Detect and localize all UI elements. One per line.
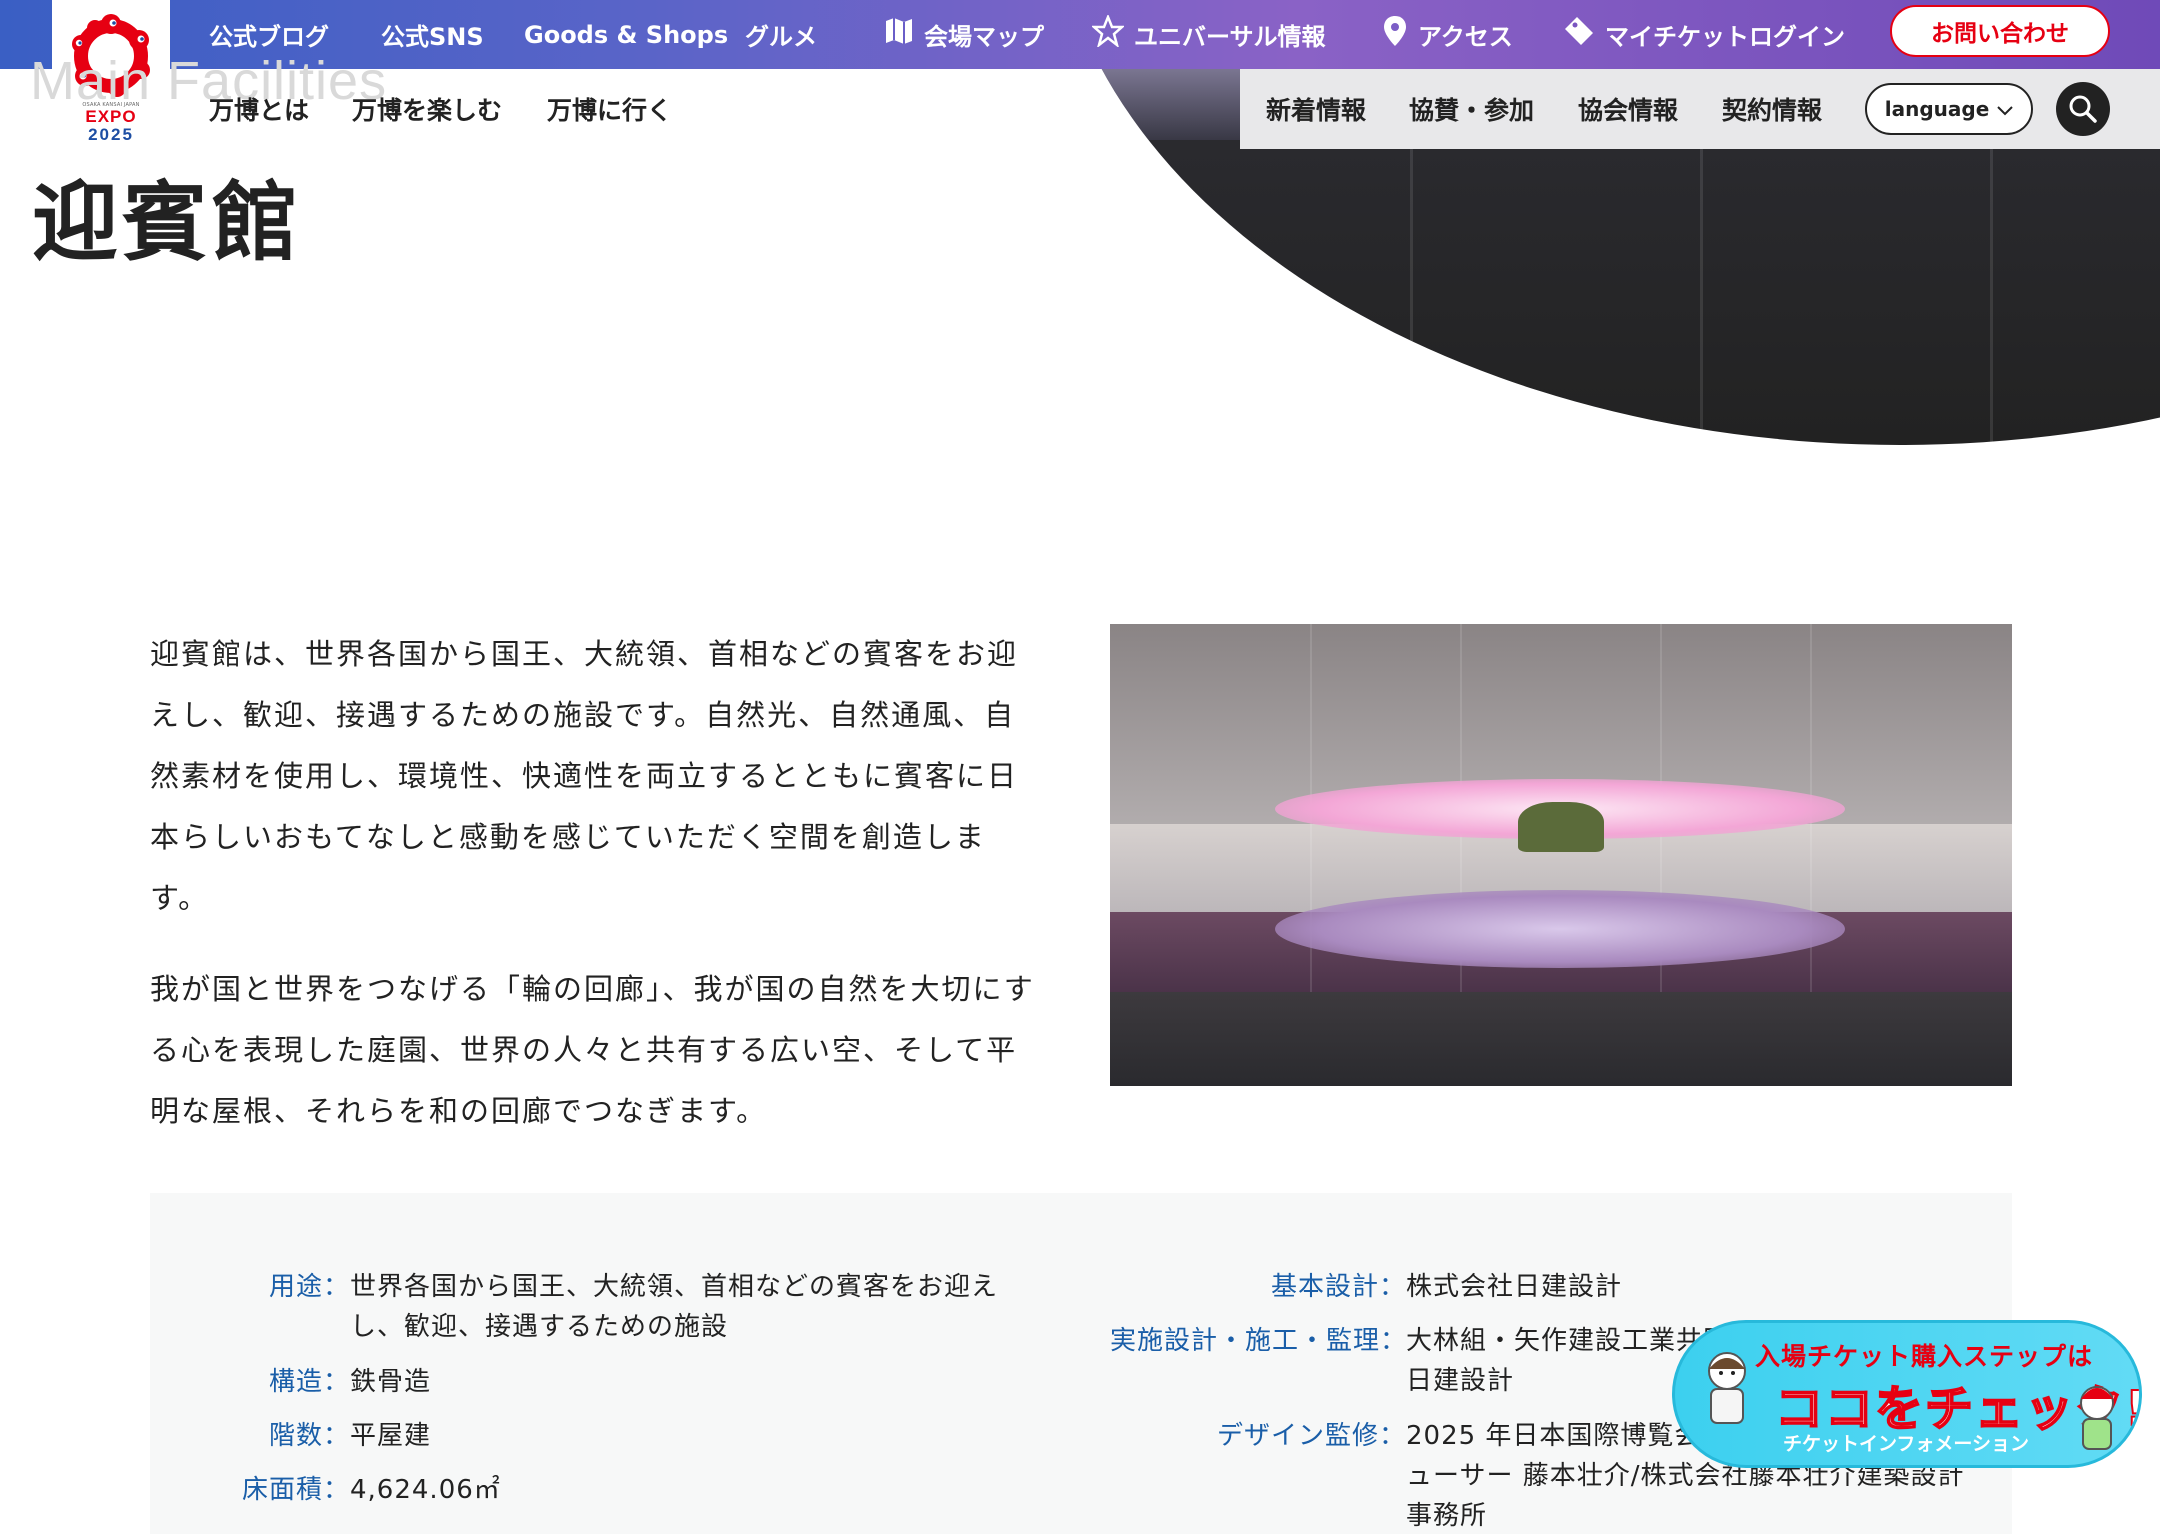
- nav-association-info[interactable]: 協会情報: [1578, 69, 1678, 149]
- page: 公式ブログ 公式SNS Goods & Shops グルメ 会場マップ ユニバー…: [0, 0, 2160, 1534]
- location-pin-icon: [1382, 15, 1408, 54]
- spec-value: 株式会社日建設計: [1406, 1272, 1623, 1302]
- search-button[interactable]: [2056, 82, 2110, 136]
- ticket-info-banner[interactable]: 入場チケット購入ステップは ココをチェック!! チケットインフォメーション: [1672, 1320, 2142, 1468]
- spec-row-use: 用途： 世界各国から国王、大統領、首相などの賓客をお迎えし、歓迎、接遇するための…: [230, 1267, 1110, 1347]
- nav-official-sns[interactable]: 公式SNS: [381, 0, 484, 69]
- logo-year: 2025: [88, 125, 134, 144]
- intro-paragraph-2: 我が国と世界をつなげる「輪の回廊」、我が国の自然を大切にする心を表現した庭園、世…: [150, 972, 1035, 1128]
- nav-visit-expo[interactable]: 万博に行く: [547, 69, 672, 149]
- intro-paragraph-1: 迎賓館は、世界各国から国王、大統領、首相などの賓客をお迎えし、歓迎、接遇するため…: [150, 637, 1019, 915]
- spec-value: 平屋建: [350, 1421, 432, 1451]
- spec-key: 床面積：: [241, 1475, 350, 1505]
- nav-sponsorship[interactable]: 協賛・参加: [1409, 69, 1534, 149]
- ticket-icon: [1561, 15, 1595, 54]
- spec-key: デザイン監修：: [1216, 1421, 1406, 1451]
- intro-text: 迎賓館は、世界各国から国王、大統領、首相などの賓客をお迎えし、歓迎、接遇するため…: [150, 624, 1040, 1172]
- spec-row-floors: 階数： 平屋建: [230, 1416, 431, 1456]
- universal-icon: [1090, 13, 1126, 54]
- spec-key: 基本設計：: [1270, 1272, 1406, 1302]
- page-title: 迎賓館: [32, 173, 302, 273]
- language-label: language: [1884, 97, 1990, 121]
- contact-button[interactable]: お問い合わせ: [1890, 5, 2110, 57]
- language-select[interactable]: language: [1865, 83, 2033, 135]
- map-icon: [884, 16, 914, 53]
- nav-gourmet[interactable]: グルメ: [745, 0, 817, 69]
- nav-news[interactable]: 新着情報: [1266, 69, 1366, 149]
- spec-key: 実施設計・施工・監理：: [1110, 1326, 1408, 1356]
- nav-universal-info[interactable]: ユニバーサル情報: [1090, 0, 1326, 69]
- nav-access[interactable]: アクセス: [1382, 0, 1513, 69]
- spec-key: 階数：: [268, 1421, 350, 1451]
- spec-value: 4,624.06㎡: [350, 1475, 501, 1505]
- spec-row-floor-area: 床面積： 4,624.06㎡: [230, 1470, 501, 1510]
- mascot-character-2-icon: [2080, 1386, 2114, 1450]
- guest-house-photo: [1110, 624, 2012, 1086]
- banner-line-1: 入場チケット購入ステップは: [1755, 1342, 2094, 1371]
- nav-my-ticket-login[interactable]: マイチケットログイン: [1561, 0, 1845, 69]
- spec-row-structure: 構造： 鉄骨造: [230, 1362, 431, 1402]
- spec-key: 用途：: [268, 1272, 350, 1302]
- spec-value: 鉄骨造: [350, 1367, 432, 1397]
- nav-goods-shops[interactable]: Goods & Shops: [524, 0, 728, 69]
- banner-line-3: チケットインフォメーション: [1783, 1433, 2030, 1455]
- mascot-character-icon: [1708, 1352, 1746, 1424]
- search-icon: [2069, 95, 2097, 123]
- nav-venue-map[interactable]: 会場マップ: [884, 0, 1044, 69]
- spec-key: 構造：: [268, 1367, 350, 1397]
- nav-about-expo[interactable]: 万博とは: [209, 69, 309, 149]
- spec-value: 世界各国から国王、大統領、首相などの賓客をお迎えし、歓迎、接遇するための施設: [350, 1272, 999, 1342]
- spec-row-basic-design: 基本設計： 株式会社日建設計: [1110, 1267, 1622, 1307]
- nav-contract-info[interactable]: 契約情報: [1722, 69, 1822, 149]
- nav-enjoy-expo[interactable]: 万博を楽しむ: [352, 69, 502, 149]
- chevron-down-icon: [1997, 97, 2013, 121]
